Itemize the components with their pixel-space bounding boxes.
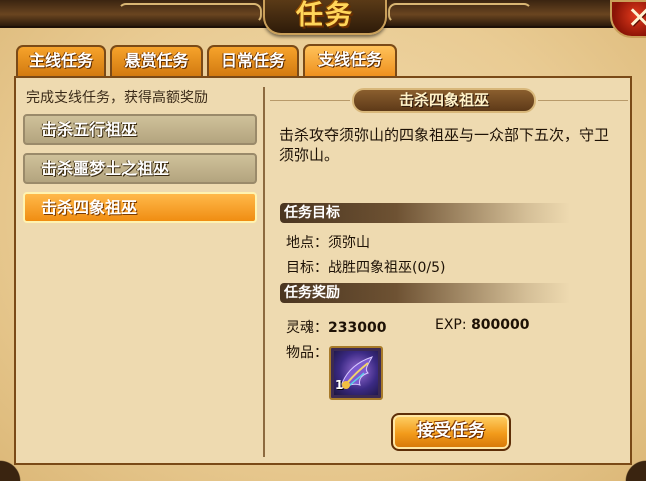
quest-item-selected[interactable]: 击杀四象祖巫	[23, 192, 257, 223]
tab-main-quest[interactable]: 主线任务	[16, 45, 106, 76]
reward-header-label: 任务奖励	[284, 285, 340, 301]
quest-description: 击杀攻夺须弥山的四象祖巫与一众部下五次，守卫须弥山。	[279, 126, 610, 164]
quest-item[interactable]: 击杀五行祖巫	[23, 114, 257, 145]
items-label: 物品：	[286, 345, 328, 361]
corner-ornament-left	[0, 452, 40, 481]
soul-value: 233000	[328, 320, 387, 336]
reward-section-header: 任务奖励	[280, 283, 570, 303]
title-rule-left	[270, 100, 350, 101]
objective-section-header: 任务目标	[280, 203, 570, 223]
tab-daily-quest[interactable]: 日常任务	[207, 45, 299, 76]
title-rule-right	[538, 100, 628, 101]
window-title: 任务	[296, 0, 354, 31]
exp-reward: EXP: 800000	[435, 317, 530, 333]
tab-side-quest[interactable]: 支线任务	[303, 44, 397, 77]
title-plate: 任务	[263, 0, 387, 35]
corner-ornament-right	[606, 452, 646, 481]
soul-label: 灵魂：	[286, 320, 328, 336]
reward-item-slot[interactable]: 1	[329, 346, 383, 400]
exp-label: EXP:	[435, 317, 467, 333]
objective-header-label: 任务目标	[284, 205, 340, 221]
right-ornament	[388, 3, 532, 23]
close-icon: ✕	[627, 1, 646, 36]
item-count: 1	[335, 378, 344, 392]
left-panel-header: 完成支线任务，获得高额奖励	[26, 90, 208, 106]
quest-location: 地点：须弥山	[286, 235, 370, 251]
quest-item[interactable]: 击杀噩梦土之祖巫	[23, 153, 257, 184]
left-ornament	[118, 3, 262, 23]
accept-quest-button[interactable]: 接受任务	[391, 413, 511, 451]
soul-reward: 灵魂：233000	[286, 317, 386, 337]
exp-value: 800000	[471, 317, 530, 333]
panel-divider	[263, 87, 265, 457]
quest-target: 目标：战胜四象祖巫(0/5)	[286, 260, 446, 276]
quest-title: 击杀四象祖巫	[352, 88, 536, 113]
quest-window: 任务 ✕ 主线任务 悬赏任务 日常任务 支线任务 完成支线任务，获得高额奖励 击…	[0, 0, 646, 481]
close-button[interactable]: ✕	[610, 0, 646, 38]
tab-bounty-quest[interactable]: 悬赏任务	[110, 45, 203, 76]
